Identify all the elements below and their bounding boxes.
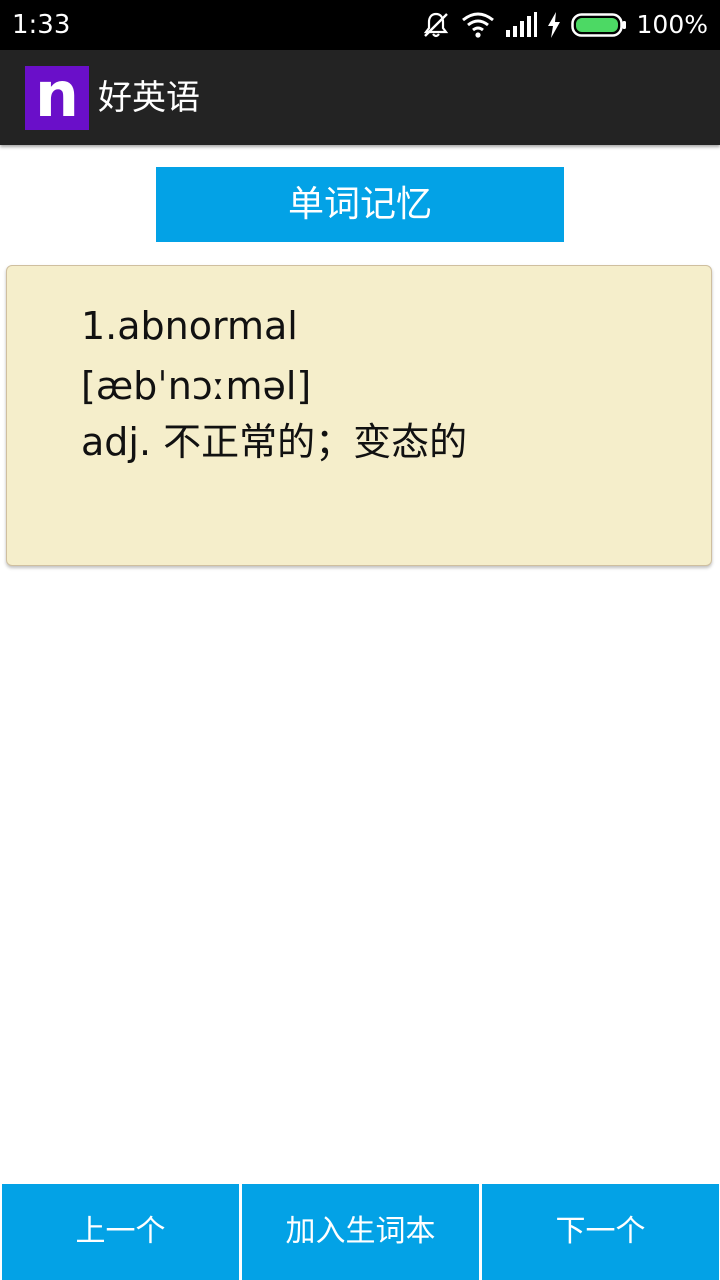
status-icons: 100%	[421, 0, 708, 50]
signal-icon	[505, 12, 537, 38]
action-bar: n 好英语	[0, 50, 720, 145]
word-memory-button[interactable]: 单词记忆	[156, 167, 564, 242]
status-bar: 1:33 100%	[0, 0, 720, 50]
notifications-off-icon	[421, 10, 451, 40]
battery-icon	[570, 12, 627, 38]
word-title: 1.abnormal	[81, 304, 298, 348]
bottom-button-bar: 上一个 加入生词本 下一个	[0, 1184, 720, 1280]
word-card: 1.abnormal [æbˈnɔːməl] adj. 不正常的；变态的	[6, 265, 712, 566]
charging-icon	[547, 12, 561, 38]
battery-percentage: 100%	[636, 10, 708, 39]
word-meaning: adj. 不正常的；变态的	[81, 420, 468, 464]
app-title: 好英语	[98, 78, 200, 118]
word-phonetic: [æbˈnɔːməl]	[81, 364, 312, 408]
app-logo-icon: n	[25, 66, 89, 130]
wifi-icon	[461, 11, 495, 39]
previous-button[interactable]: 上一个	[2, 1184, 239, 1280]
next-button[interactable]: 下一个	[482, 1184, 719, 1280]
add-to-vocabulary-button[interactable]: 加入生词本	[242, 1184, 479, 1280]
status-time: 1:33	[12, 10, 71, 40]
